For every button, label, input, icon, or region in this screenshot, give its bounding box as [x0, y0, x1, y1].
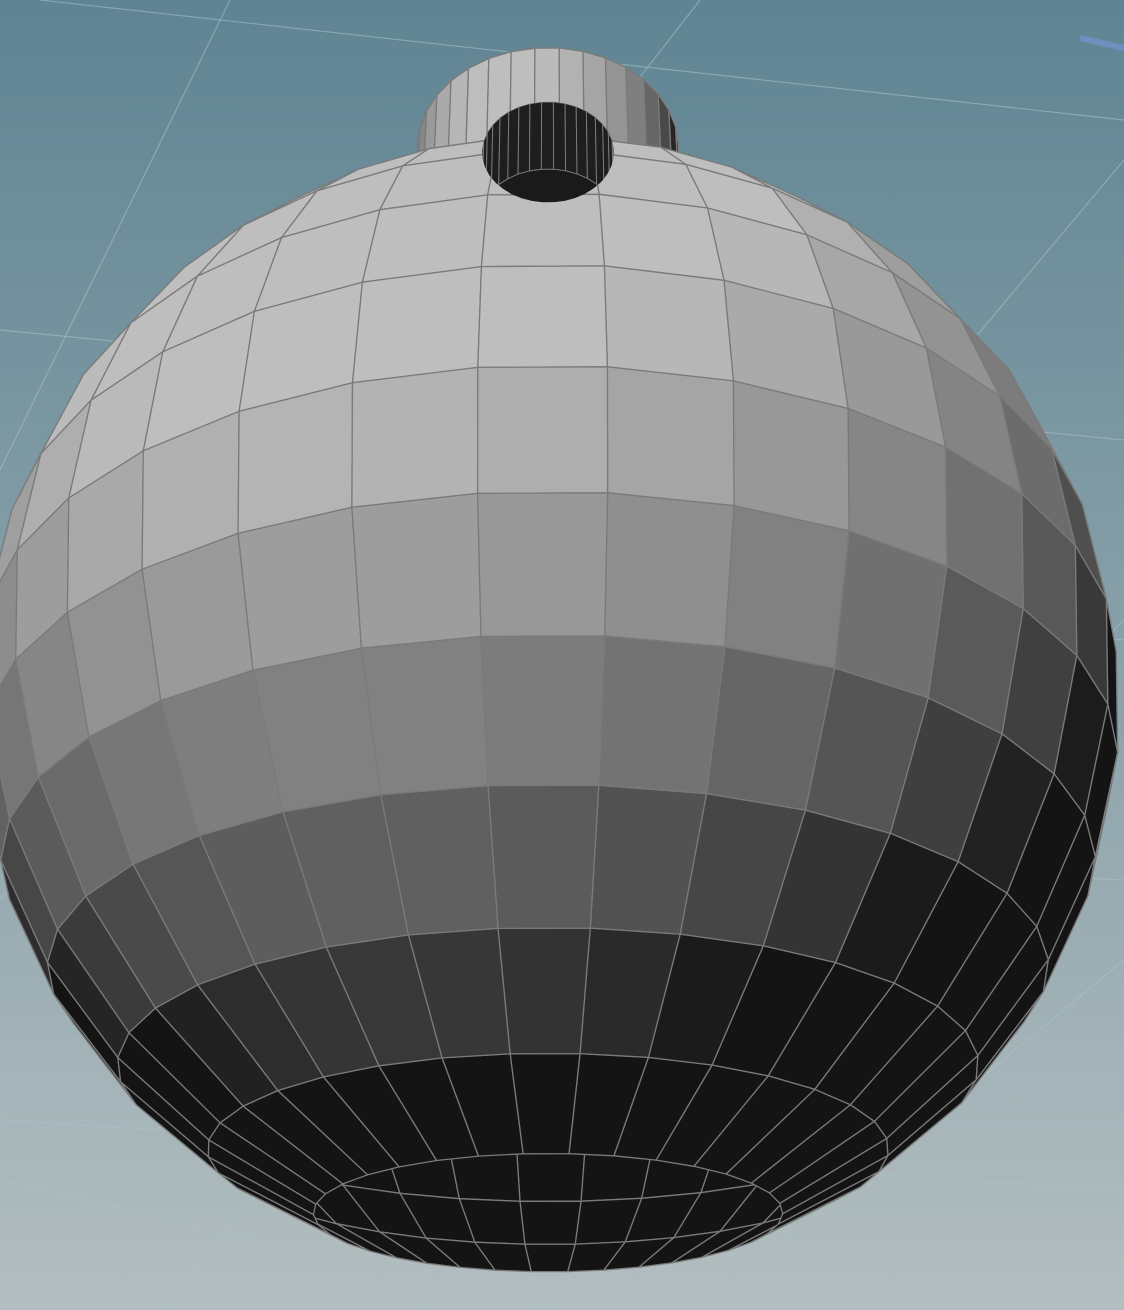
sphere-face [351, 265, 483, 384]
sphere-face [509, 1052, 581, 1155]
sphere-face [524, 1243, 576, 1273]
3d-viewport[interactable] [0, 0, 1124, 1310]
sphere-face [515, 1145, 586, 1202]
sphere-face [351, 366, 479, 508]
scene-canvas[interactable] [0, 0, 1124, 1310]
sphere-face [497, 927, 591, 1055]
sphere-face [476, 492, 609, 638]
sphere-face [351, 492, 482, 649]
sphere-face [477, 265, 609, 369]
sphere-face [603, 265, 735, 382]
sphere-face [598, 635, 726, 795]
sphere-face [480, 193, 606, 268]
sphere-face [724, 505, 850, 669]
sphere-face [604, 492, 735, 648]
sphere-face [487, 784, 600, 930]
sphere-face [480, 635, 606, 787]
sphere-face [476, 366, 609, 495]
sphere-face [360, 635, 489, 796]
sphere-face [519, 1200, 582, 1245]
sphere-face [237, 506, 363, 671]
sphere-face [606, 366, 735, 507]
